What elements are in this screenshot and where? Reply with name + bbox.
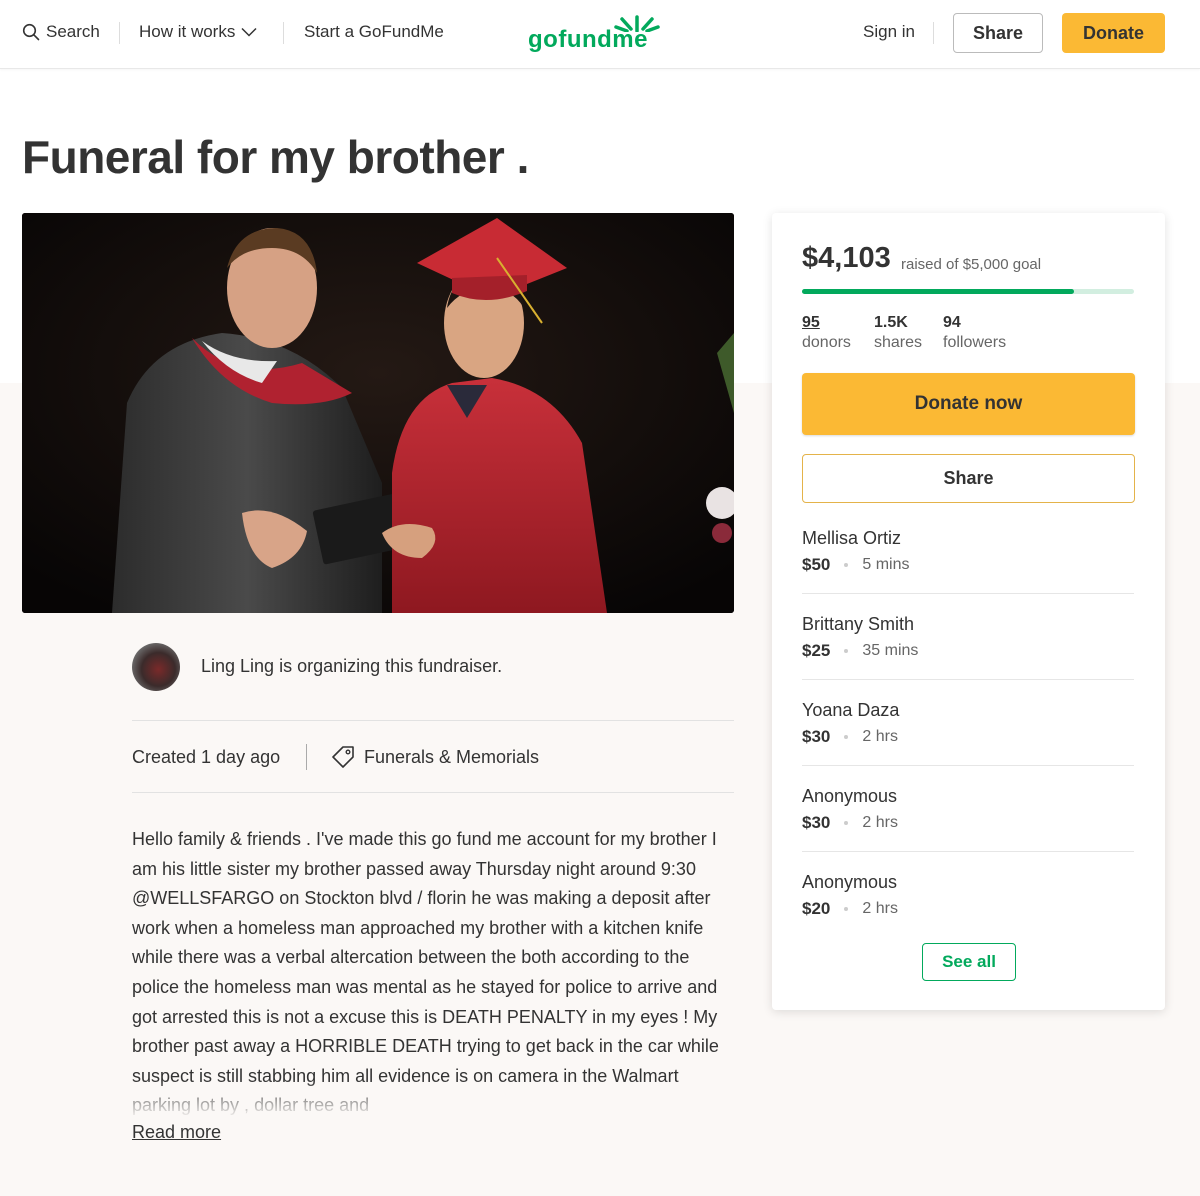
- section-divider: [132, 792, 734, 793]
- donation-divider: [802, 593, 1134, 594]
- progress-bar-fill: [802, 289, 1075, 294]
- donors-stat[interactable]: 95 donors: [802, 313, 851, 353]
- shares-stat: 1.5K shares: [874, 313, 922, 353]
- donation-divider: [802, 851, 1134, 852]
- donation-item: Mellisa Ortiz $50 5 mins: [802, 526, 1134, 575]
- how-it-works-menu[interactable]: How it works: [139, 22, 257, 42]
- category-link[interactable]: Funerals & Memorials: [330, 744, 539, 770]
- followers-label: followers: [943, 334, 1007, 351]
- search-icon: [22, 23, 40, 41]
- donation-divider: [802, 679, 1134, 680]
- share-button[interactable]: Share: [802, 454, 1135, 503]
- separator-dot: [844, 563, 849, 567]
- nav-divider: [119, 22, 120, 44]
- story-fade: [132, 1080, 734, 1115]
- donation-time: 35 mins: [862, 642, 919, 659]
- donation-time: 2 hrs: [862, 814, 898, 831]
- header-share-button[interactable]: Share: [953, 13, 1043, 53]
- separator-dot: [844, 821, 849, 825]
- see-all-button[interactable]: See all: [922, 943, 1016, 981]
- organizer-text: Ling Ling is organizing this fundraiser.: [201, 656, 503, 676]
- meta-divider: [306, 744, 307, 770]
- donor-name: Mellisa Ortiz: [802, 528, 902, 548]
- donation-item: Brittany Smith $25 35 mins: [802, 612, 1134, 661]
- organizer-avatar[interactable]: [132, 643, 180, 691]
- donor-name: Yoana Daza: [802, 700, 900, 720]
- shares-label: shares: [874, 334, 923, 351]
- category-label: Funerals & Memorials: [364, 746, 540, 767]
- read-more-link[interactable]: Read more: [132, 1122, 221, 1143]
- header-donate-button[interactable]: Donate: [1062, 13, 1165, 53]
- sign-in-label: Sign in: [863, 22, 915, 41]
- campaign-hero-image[interactable]: [22, 213, 734, 613]
- shares-count: 1.5K: [874, 314, 908, 331]
- donation-amount: $50: [802, 555, 831, 574]
- start-gofundme-link[interactable]: Start a GoFundMe: [304, 22, 444, 42]
- gofundme-logo[interactable]: gofundme: [528, 14, 668, 54]
- donation-item: Anonymous $20 2 hrs: [802, 870, 1134, 919]
- donation-amount: $20: [802, 899, 831, 918]
- page-title: Funeral for my brother .: [22, 131, 529, 183]
- separator-dot: [844, 735, 849, 739]
- donation-time: 2 hrs: [862, 900, 898, 917]
- nav-divider: [933, 22, 934, 44]
- graduation-photo: [22, 213, 734, 613]
- start-gofundme-label: Start a GoFundMe: [304, 22, 444, 41]
- progress-bar: [802, 289, 1134, 294]
- donation-item: Anonymous $30 2 hrs: [802, 784, 1134, 833]
- raised-amount: $4,103: [802, 242, 891, 274]
- donation-time: 2 hrs: [862, 728, 898, 745]
- donation-amount: $30: [802, 813, 831, 832]
- donors-count: 95: [802, 314, 820, 331]
- donor-name: Anonymous: [802, 786, 898, 806]
- chevron-down-icon: [241, 27, 257, 37]
- donate-now-button[interactable]: Donate now: [802, 373, 1135, 435]
- followers-stat: 94 followers: [943, 313, 1006, 353]
- donation-divider: [802, 765, 1134, 766]
- donation-time: 5 mins: [862, 556, 910, 573]
- logo-text: gofundme: [528, 26, 648, 53]
- donation-item: Yoana Daza $30 2 hrs: [802, 698, 1134, 747]
- separator-dot: [844, 649, 849, 653]
- separator-dot: [844, 907, 849, 911]
- how-it-works-label: How it works: [139, 22, 236, 41]
- donor-name: Anonymous: [802, 872, 898, 892]
- donation-amount: $25: [802, 641, 831, 660]
- search-label: Search: [46, 22, 100, 41]
- tag-icon: [332, 746, 354, 768]
- donors-label: donors: [802, 334, 851, 351]
- search-nav[interactable]: Search: [22, 22, 100, 42]
- created-date: Created 1 day ago: [132, 747, 281, 767]
- section-divider: [132, 720, 734, 721]
- top-header: Search How it works Start a GoFundMe gof…: [0, 0, 1200, 69]
- campaign-story: Hello family & friends . I've made this …: [132, 829, 719, 1115]
- sign-in-link[interactable]: Sign in: [863, 22, 915, 42]
- nav-divider: [283, 22, 284, 44]
- goal-text: raised of $5,000 goal: [901, 256, 1042, 273]
- followers-count: 94: [943, 314, 961, 331]
- donor-name: Brittany Smith: [802, 614, 915, 634]
- donation-amount: $30: [802, 727, 831, 746]
